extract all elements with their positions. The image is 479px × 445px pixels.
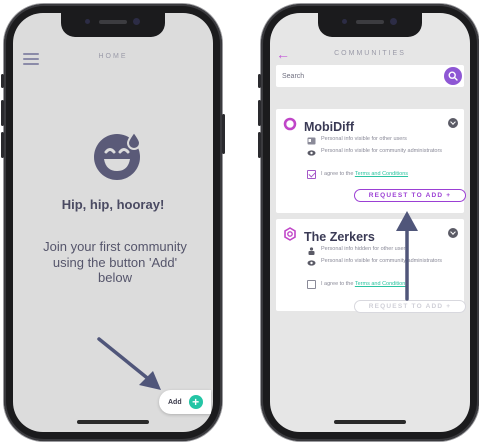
request-to-add-button-disabled[interactable]: REQUEST TO ADD + — [354, 300, 466, 313]
grinning-sweat-emoji-icon — [92, 130, 144, 182]
terms-checkbox[interactable] — [307, 280, 316, 289]
terms-checkbox[interactable] — [307, 170, 316, 179]
headline: Hip, hip, hooray! — [61, 197, 165, 212]
chevron-down-icon[interactable] — [448, 118, 458, 128]
community-card: The Zerkers Personal info hidden for oth… — [276, 219, 464, 311]
community-name: The Zerkers — [304, 229, 375, 244]
phone-home: HOME Hip, hip, hooray! Join your first c… — [1, 4, 225, 441]
plus-icon: + — [188, 395, 203, 409]
privacy-row: Personal info visible for community admi… — [321, 148, 443, 154]
annotation-arrow — [394, 209, 420, 301]
communities-screen: ← COMMUNITIES Search MobiDiff Personal i… — [270, 13, 470, 432]
home-indicator[interactable] — [77, 420, 149, 424]
page-title: COMMUNITIES — [334, 50, 406, 57]
search-icon — [448, 71, 458, 81]
join-message: Join your first community using the butt… — [43, 239, 187, 285]
home-screen: HOME Hip, hip, hooray! Join your first c… — [13, 13, 213, 432]
community-ring-icon — [283, 117, 297, 136]
annotation-arrow — [95, 335, 165, 395]
add-community-button[interactable]: Add + — [159, 390, 211, 414]
id-card-icon — [307, 137, 316, 145]
gear-shield-icon — [283, 227, 297, 246]
privacy-row: Personal info visible for community admi… — [321, 258, 443, 264]
notch — [61, 13, 165, 37]
eye-icon — [307, 150, 316, 156]
notch — [318, 13, 422, 37]
search-placeholder: Search — [282, 72, 305, 80]
request-to-add-button[interactable]: REQUEST TO ADD + — [354, 189, 466, 202]
chevron-down-icon[interactable] — [448, 228, 458, 238]
community-name: MobiDiff — [304, 119, 354, 134]
add-button-label: Add — [168, 398, 182, 406]
search-button[interactable] — [444, 67, 462, 85]
phone-communities: ← COMMUNITIES Search MobiDiff Personal i… — [258, 4, 479, 441]
terms-link[interactable]: Terms and Conditions — [355, 171, 408, 177]
privacy-row: Personal info visible for other users — [321, 136, 407, 142]
terms-label: I agree to the Terms and Conditions — [321, 171, 409, 178]
eye-icon — [307, 260, 316, 266]
search-input[interactable]: Search — [276, 65, 464, 87]
home-indicator[interactable] — [334, 420, 406, 424]
user-hidden-icon — [308, 247, 315, 255]
page-title: HOME — [98, 53, 128, 60]
